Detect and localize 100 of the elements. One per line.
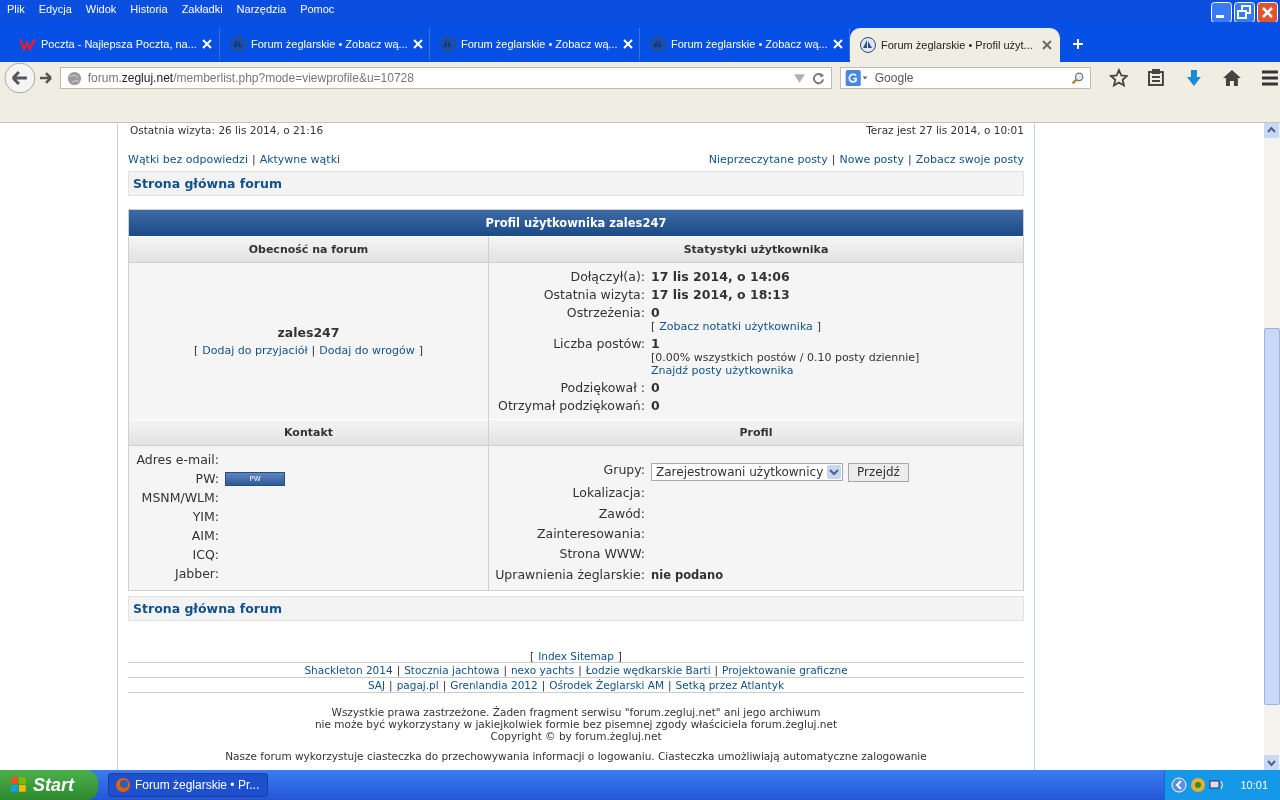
partner-link[interactable]: Setką przez Atlantyk (675, 678, 785, 691)
stat-note: [0.00% wszystkich postów / 0.10 posty dziennie] (651, 350, 920, 364)
separator: | (578, 663, 582, 676)
stat-note: [ (651, 319, 656, 333)
separator: | (831, 152, 836, 166)
separator: | (541, 678, 546, 691)
stat-value: 17 lis 2014, o 14:06 (651, 268, 791, 284)
bracket-text: [ (194, 343, 199, 357)
stat-label: Podziękował : (559, 379, 645, 395)
bracket-text: ] (418, 343, 423, 357)
stat-value: 0 (651, 304, 661, 320)
partner-link[interactable]: Stocznia jachtowa (404, 663, 500, 676)
last-visit-text: Ostatnia wizyta: 26 lis 2014, o 21:16 (130, 123, 324, 136)
browser-tab[interactable]: Poczta - Najlepsza Poczta, na... (10, 27, 220, 60)
profile-value: nie podano (651, 568, 724, 583)
profile-label: Uprawnienia żeglarskie: (495, 566, 645, 584)
menu-item[interactable]: Narzędzia (231, 3, 292, 15)
profile-label: Strona WWW: (558, 546, 645, 564)
scroll-thumb[interactable] (1264, 327, 1280, 705)
nav-link[interactable]: Nowe posty (839, 152, 904, 166)
browser-tab[interactable]: Forum żeglarskie • Zobacz wą... (640, 27, 850, 60)
profile-label: Grupy: (602, 461, 645, 479)
partner-link[interactable]: Grenlandia 2012 (450, 678, 538, 691)
nav-link[interactable]: Aktywne wątki (259, 152, 341, 166)
bracket-text: ] (617, 649, 622, 662)
search-bar[interactable]: Google (839, 67, 1091, 90)
new-tab-icon[interactable] (1072, 37, 1084, 50)
menu-item[interactable]: Historia (125, 3, 173, 15)
nav-link[interactable]: Zobacz swoje posty (915, 152, 1024, 166)
separator: | (251, 152, 256, 166)
breadcrumb-link[interactable]: Strona główna forum (133, 175, 282, 191)
browser-tab[interactable]: Forum żeglarskie • Zobacz wą... (220, 27, 430, 60)
separator: | (442, 678, 447, 691)
separator: | (503, 663, 507, 676)
globe-icon (66, 70, 82, 86)
sailboat-icon (230, 35, 246, 52)
contact-label: PW: (194, 470, 219, 487)
close-icon[interactable] (1257, 2, 1278, 23)
search-icon[interactable] (1070, 71, 1084, 85)
sailboat-icon (440, 35, 456, 52)
clock: 10:01 (1240, 779, 1268, 791)
nav-link[interactable]: Wątki bez odpowiedzi (128, 152, 248, 166)
partner-link[interactable]: Shackleton 2014 (304, 663, 393, 676)
taskbar-button[interactable]: Forum żeglarskie • Pr... (108, 773, 268, 797)
star-icon[interactable] (1108, 68, 1129, 89)
stat-label: Ostrzeżenia: (565, 304, 645, 322)
contact-label: Jabber: (173, 565, 219, 582)
scroll-down-icon[interactable] (1264, 755, 1279, 770)
nav-link[interactable]: Nieprzeczytane posty (708, 152, 828, 166)
home-icon[interactable] (1222, 68, 1243, 89)
separator: | (907, 152, 912, 166)
sailboat-icon (860, 36, 876, 53)
action-link[interactable]: Dodaj do wrogów (319, 343, 415, 357)
minimize-icon[interactable] (1211, 2, 1232, 23)
column-header: Kontakt (129, 418, 488, 446)
partner-link[interactable]: nexo yachts (510, 663, 575, 676)
reading-list-icon[interactable] (1146, 68, 1167, 89)
profile-label: Zainteresowania: (535, 525, 645, 543)
table-title: Profil użytkownika zales247 (485, 215, 667, 230)
forward-icon[interactable] (37, 70, 54, 87)
partner-link[interactable]: Ośrodek Żeglarski AM (549, 678, 665, 691)
go-button[interactable]: Przejdź (848, 462, 909, 482)
scrollbar[interactable] (1264, 122, 1280, 770)
stat-note: ] (816, 319, 822, 333)
separator: | (668, 678, 672, 691)
partner-link[interactable]: SAJ (367, 678, 386, 691)
menu-item[interactable]: Widok (80, 3, 122, 15)
copyright-text: nie może być wykorzystany w jakiejkolwiek formie bez pisemnej zgody właściciela forum.żegluj.net (314, 717, 838, 730)
menu-item[interactable]: Pomoc (295, 3, 340, 15)
browser-tab[interactable]: Forum żeglarskie • Zobacz wą... (430, 27, 640, 60)
profile-label: Lokalizacja: (571, 485, 645, 503)
address-bar[interactable]: forum.zegluj.net/memberlist.php?mode=viewprofile&u=10728 (59, 67, 832, 90)
browser-icon (115, 777, 131, 793)
cookie-notice: Nasze forum wykorzystuje ciasteczka do przechowywania informacji o logowaniu. Ciasteczka umożliwiają automatyczne zalogowanie (225, 749, 927, 762)
separator: | (714, 663, 719, 676)
restore-icon[interactable] (1234, 2, 1255, 23)
stat-label: Otrzymał podziękowań: (497, 397, 645, 413)
profile-link[interactable]: Zobacz notatki użytkownika (659, 319, 813, 333)
close-tab-icon[interactable] (1042, 39, 1052, 50)
username: zales247 (277, 324, 340, 340)
menu-item[interactable]: Plik (2, 3, 30, 15)
menu-item[interactable]: Zakładki (176, 3, 228, 15)
group-select[interactable]: Zarejestrowani użytkownicy (651, 463, 843, 482)
contact-label: Adres e-mail: (135, 451, 219, 468)
menu-item[interactable]: Edycja (33, 3, 77, 15)
action-link[interactable]: Dodaj do przyjaciół (202, 343, 308, 357)
breadcrumb-link[interactable]: Strona główna forum (133, 600, 282, 616)
browser-tab[interactable]: Forum żeglarskie • Profil użyt... (850, 27, 1060, 62)
stat-label: Ostatnia wizyta: (542, 286, 645, 302)
partner-link[interactable]: pagaj.pl (396, 678, 439, 691)
separator: | (389, 678, 393, 691)
search-engine-icon[interactable] (844, 69, 869, 87)
partner-link[interactable]: Projektowanie graficzne (722, 663, 848, 676)
back-icon[interactable] (4, 62, 36, 95)
reload-icon[interactable] (811, 71, 825, 85)
bracket-text: | (311, 343, 316, 357)
profile-link[interactable]: Znajdź posty użytkownika (651, 363, 794, 377)
profile-label: Zawód: (597, 505, 645, 523)
sitemap-link[interactable]: Index Sitemap (538, 649, 614, 662)
partner-link[interactable]: Łodzie wędkarskie Barti (585, 663, 711, 676)
